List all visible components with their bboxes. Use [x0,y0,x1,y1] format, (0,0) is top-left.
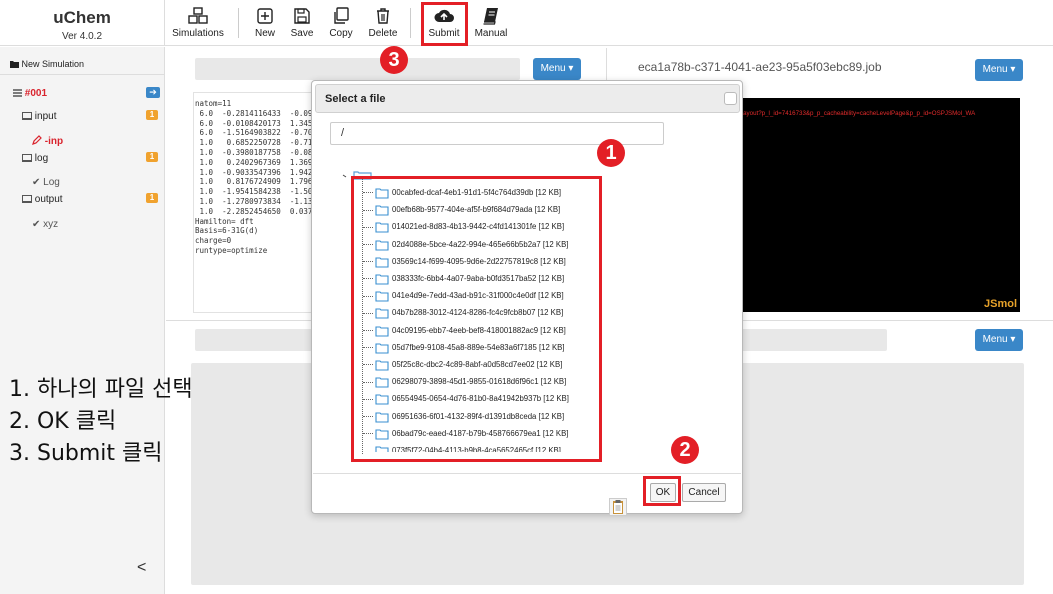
brand: uChem Ver 4.0.2 [0,0,165,46]
log-label: log [34,153,49,164]
output-menu-label: Menu [982,334,1008,345]
output-menu-button[interactable]: Menu ▾ [975,329,1023,351]
manual-label: Manual [474,28,508,39]
jsmol-url-text: /layout?p_l_id=7416733&p_p_cacheability=… [740,110,976,117]
sidebar: New Simulation #001 ➔ input 1 -inp log 1… [0,47,165,594]
input-count-badge: 1 [146,110,158,120]
job-list-icon [13,89,22,97]
new-button[interactable]: New [252,7,278,39]
plus-square-icon [257,8,273,24]
input-file-label: -inp [44,136,64,147]
floppy-icon [294,8,310,24]
job-id: #001 [24,88,48,99]
sidebar-divider [0,74,165,75]
trash-icon [377,8,389,24]
copy-icon [334,7,349,24]
input-file-item[interactable]: -inp [32,135,163,147]
output-folder[interactable]: output 1 [22,193,163,205]
input-menu-label: Menu [540,63,566,74]
output-count-badge: 1 [146,193,158,203]
output-file-label: xyz [43,219,59,230]
dialog-titlebar: Select a file [315,84,740,113]
log-count-badge: 1 [146,152,158,162]
dialog-title: Select a file [325,93,386,105]
folder-icon [10,61,19,68]
step-3-marker: 3 [380,46,408,74]
edit-icon [32,135,42,145]
save-button[interactable]: Save [289,7,315,39]
delete-button[interactable]: Delete [368,7,398,39]
ok-highlight [643,476,681,506]
job-menu-button[interactable]: Menu ▾ [975,59,1023,81]
log-folder-icon [22,154,32,162]
toolbar-divider [410,8,411,38]
instruction-line-1: 1. 하나의 파일 선택 [9,377,193,402]
input-editor-text[interactable]: natom=11 6.0 -0.2814116433 -0.09140 6.0 … [195,99,311,259]
jsmol-viewer[interactable]: /layout?p_l_id=7416733&p_p_cacheability=… [738,98,1020,312]
check-icon: ✔ [32,177,41,188]
input-folder[interactable]: input 1 [22,110,163,122]
app-header: uChem Ver 4.0.2 Simulations New Save Cop… [0,0,1053,46]
log-file-label: Log [43,177,60,188]
instruction-line-2: 2. OK 클릭 [9,409,117,434]
simulations-label: Simulations [172,28,224,39]
new-simulation-item[interactable]: New Simulation [10,59,175,69]
job-menu-label: Menu [982,64,1008,75]
app-version: Ver 4.0.2 [61,31,103,42]
new-simulation-label: New Simulation [21,59,85,69]
instruction-line-3: 3. Submit 클릭 [9,441,163,466]
toolbar-divider [238,8,239,38]
dialog-close-button[interactable] [724,92,737,105]
collapse-sidebar-button[interactable]: < [137,559,146,577]
step-2-marker: 2 [671,436,699,464]
clipboard-icon[interactable] [609,498,627,516]
instructions: 1. 하나의 파일 선택 2. OK 클릭 3. Submit 클릭 [9,374,193,470]
dialog-footer-divider [313,473,741,474]
log-file-item[interactable]: ✔ Log [32,177,163,188]
file-list-highlight [351,176,602,462]
arrow-right-icon[interactable]: ➔ [146,87,160,98]
copy-label: Copy [329,28,353,39]
job-item[interactable]: #001 ➔ [13,87,163,99]
input-toolbar-bar [195,58,520,80]
log-folder[interactable]: log 1 [22,152,163,164]
cubes-icon [188,7,208,24]
output-label: output [34,194,63,205]
input-menu-button[interactable]: Menu ▾ [533,58,581,80]
delete-label: Delete [368,28,398,39]
cancel-button[interactable]: Cancel [682,483,726,502]
submit-highlight [421,2,468,46]
simulations-button[interactable]: Simulations [172,7,224,39]
save-label: Save [290,28,314,39]
new-label: New [254,28,275,39]
step-1-marker: 1 [597,139,625,167]
input-label: input [34,111,57,122]
jsmol-logo-label: JSmol [983,298,1017,310]
book-icon [483,8,498,25]
copy-button[interactable]: Copy [327,7,355,39]
manual-button[interactable]: Manual [473,7,509,39]
output-folder-icon [22,195,32,203]
input-folder-icon [22,112,32,120]
job-filename: eca1a78b-c371-4041-ae23-95a5f03ebc89.job [638,60,882,74]
check-icon: ✔ [32,219,41,230]
output-file-item[interactable]: ✔ xyz [32,219,163,230]
app-title: uChem [53,8,111,27]
app-window: uChem Ver 4.0.2 Simulations New Save Cop… [0,0,1053,594]
